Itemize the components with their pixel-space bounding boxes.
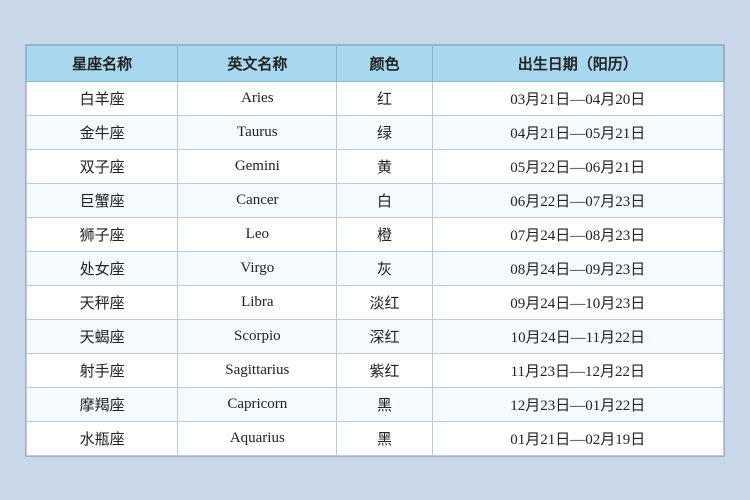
cell-dates: 12月23日—01月22日 — [432, 387, 723, 421]
cell-color: 黄 — [337, 149, 432, 183]
cell-color: 黑 — [337, 387, 432, 421]
cell-dates: 03月21日—04月20日 — [432, 81, 723, 115]
cell-zh: 白羊座 — [27, 81, 178, 115]
cell-en: Virgo — [178, 251, 337, 285]
cell-en: Scorpio — [178, 319, 337, 353]
cell-zh: 水瓶座 — [27, 421, 178, 455]
cell-zh: 处女座 — [27, 251, 178, 285]
table-row: 摩羯座Capricorn黑12月23日—01月22日 — [27, 387, 724, 421]
cell-zh: 天蝎座 — [27, 319, 178, 353]
table-row: 射手座Sagittarius紫红11月23日—12月22日 — [27, 353, 724, 387]
table-row: 天蝎座Scorpio深红10月24日—11月22日 — [27, 319, 724, 353]
cell-color: 深红 — [337, 319, 432, 353]
cell-dates: 01月21日—02月19日 — [432, 421, 723, 455]
cell-dates: 04月21日—05月21日 — [432, 115, 723, 149]
cell-dates: 07月24日—08月23日 — [432, 217, 723, 251]
cell-zh: 巨蟹座 — [27, 183, 178, 217]
header-en-name: 英文名称 — [178, 45, 337, 81]
table-row: 天秤座Libra淡红09月24日—10月23日 — [27, 285, 724, 319]
cell-dates: 05月22日—06月21日 — [432, 149, 723, 183]
cell-color: 红 — [337, 81, 432, 115]
cell-dates: 08月24日—09月23日 — [432, 251, 723, 285]
cell-en: Cancer — [178, 183, 337, 217]
table-body: 白羊座Aries红03月21日—04月20日金牛座Taurus绿04月21日—0… — [27, 81, 724, 455]
table-row: 狮子座Leo橙07月24日—08月23日 — [27, 217, 724, 251]
table-row: 处女座Virgo灰08月24日—09月23日 — [27, 251, 724, 285]
cell-dates: 10月24日—11月22日 — [432, 319, 723, 353]
header-zh-name: 星座名称 — [27, 45, 178, 81]
cell-zh: 摩羯座 — [27, 387, 178, 421]
zodiac-table: 星座名称 英文名称 颜色 出生日期（阳历） 白羊座Aries红03月21日—04… — [26, 45, 724, 456]
table-row: 白羊座Aries红03月21日—04月20日 — [27, 81, 724, 115]
cell-en: Capricorn — [178, 387, 337, 421]
cell-en: Aquarius — [178, 421, 337, 455]
cell-color: 绿 — [337, 115, 432, 149]
cell-dates: 06月22日—07月23日 — [432, 183, 723, 217]
cell-color: 淡红 — [337, 285, 432, 319]
header-color: 颜色 — [337, 45, 432, 81]
header-dates: 出生日期（阳历） — [432, 45, 723, 81]
cell-color: 紫红 — [337, 353, 432, 387]
table-row: 金牛座Taurus绿04月21日—05月21日 — [27, 115, 724, 149]
cell-zh: 天秤座 — [27, 285, 178, 319]
table-row: 巨蟹座Cancer白06月22日—07月23日 — [27, 183, 724, 217]
zodiac-table-wrapper: 星座名称 英文名称 颜色 出生日期（阳历） 白羊座Aries红03月21日—04… — [25, 44, 725, 457]
table-header-row: 星座名称 英文名称 颜色 出生日期（阳历） — [27, 45, 724, 81]
cell-en: Aries — [178, 81, 337, 115]
cell-en: Gemini — [178, 149, 337, 183]
cell-color: 橙 — [337, 217, 432, 251]
cell-en: Sagittarius — [178, 353, 337, 387]
cell-zh: 狮子座 — [27, 217, 178, 251]
cell-en: Taurus — [178, 115, 337, 149]
cell-en: Libra — [178, 285, 337, 319]
table-row: 双子座Gemini黄05月22日—06月21日 — [27, 149, 724, 183]
cell-color: 白 — [337, 183, 432, 217]
cell-zh: 射手座 — [27, 353, 178, 387]
cell-zh: 双子座 — [27, 149, 178, 183]
cell-color: 灰 — [337, 251, 432, 285]
cell-zh: 金牛座 — [27, 115, 178, 149]
cell-dates: 11月23日—12月22日 — [432, 353, 723, 387]
cell-color: 黑 — [337, 421, 432, 455]
cell-en: Leo — [178, 217, 337, 251]
table-row: 水瓶座Aquarius黑01月21日—02月19日 — [27, 421, 724, 455]
cell-dates: 09月24日—10月23日 — [432, 285, 723, 319]
